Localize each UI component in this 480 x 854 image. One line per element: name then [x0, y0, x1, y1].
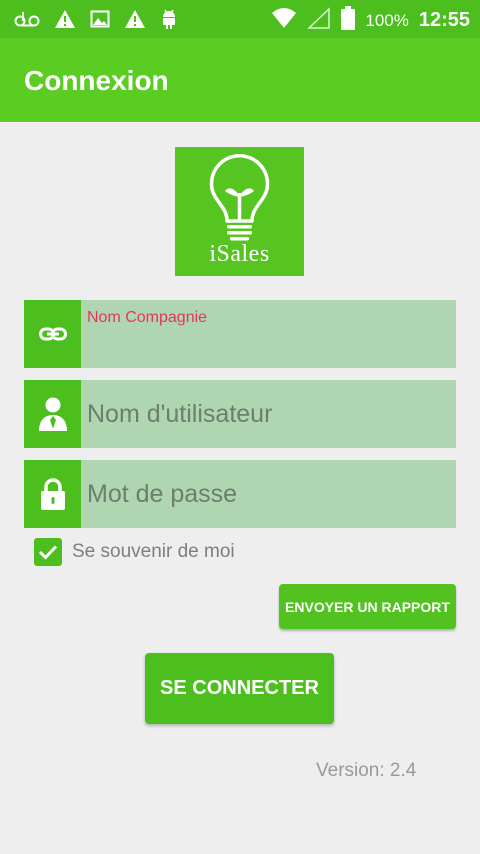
lightbulb-icon	[209, 154, 270, 241]
link-icon	[24, 300, 81, 368]
send-report-button[interactable]: ENVOYER UN RAPPORT	[279, 584, 456, 629]
battery-percentage: 100%	[365, 10, 409, 30]
voicemail-icon	[14, 9, 40, 34]
battery-icon	[341, 6, 356, 35]
page-title: Connexion	[24, 65, 169, 96]
status-bar: 100% 12:55	[0, 0, 480, 38]
remember-me-checkbox[interactable]	[34, 538, 62, 566]
company-input[interactable]	[87, 314, 448, 368]
remember-me-row[interactable]: Se souvenir de moi	[34, 538, 235, 566]
app-logo: iSales	[175, 147, 304, 276]
lock-icon	[24, 460, 81, 528]
password-input[interactable]	[87, 460, 448, 528]
status-bar-right: 100% 12:55	[271, 6, 470, 35]
warning-icon	[54, 9, 76, 34]
username-input[interactable]	[87, 380, 448, 448]
password-field[interactable]	[24, 460, 456, 528]
company-field[interactable]: Nom Compagnie	[24, 300, 456, 368]
username-field[interactable]	[24, 380, 456, 448]
wifi-icon	[271, 7, 297, 34]
android-icon	[160, 8, 178, 35]
connect-button[interactable]: SE CONNECTER	[145, 653, 334, 724]
remember-me-label: Se souvenir de moi	[72, 541, 235, 562]
app-bar: Connexion	[0, 38, 480, 122]
logo-text: iSales	[209, 241, 270, 267]
check-icon	[38, 545, 58, 560]
signal-icon	[307, 7, 331, 34]
clock: 12:55	[418, 9, 470, 31]
version-label: Version: 2.4	[316, 760, 417, 781]
status-bar-left	[14, 8, 178, 35]
user-icon	[24, 380, 81, 448]
image-icon	[90, 9, 110, 34]
warning-icon	[124, 9, 146, 34]
